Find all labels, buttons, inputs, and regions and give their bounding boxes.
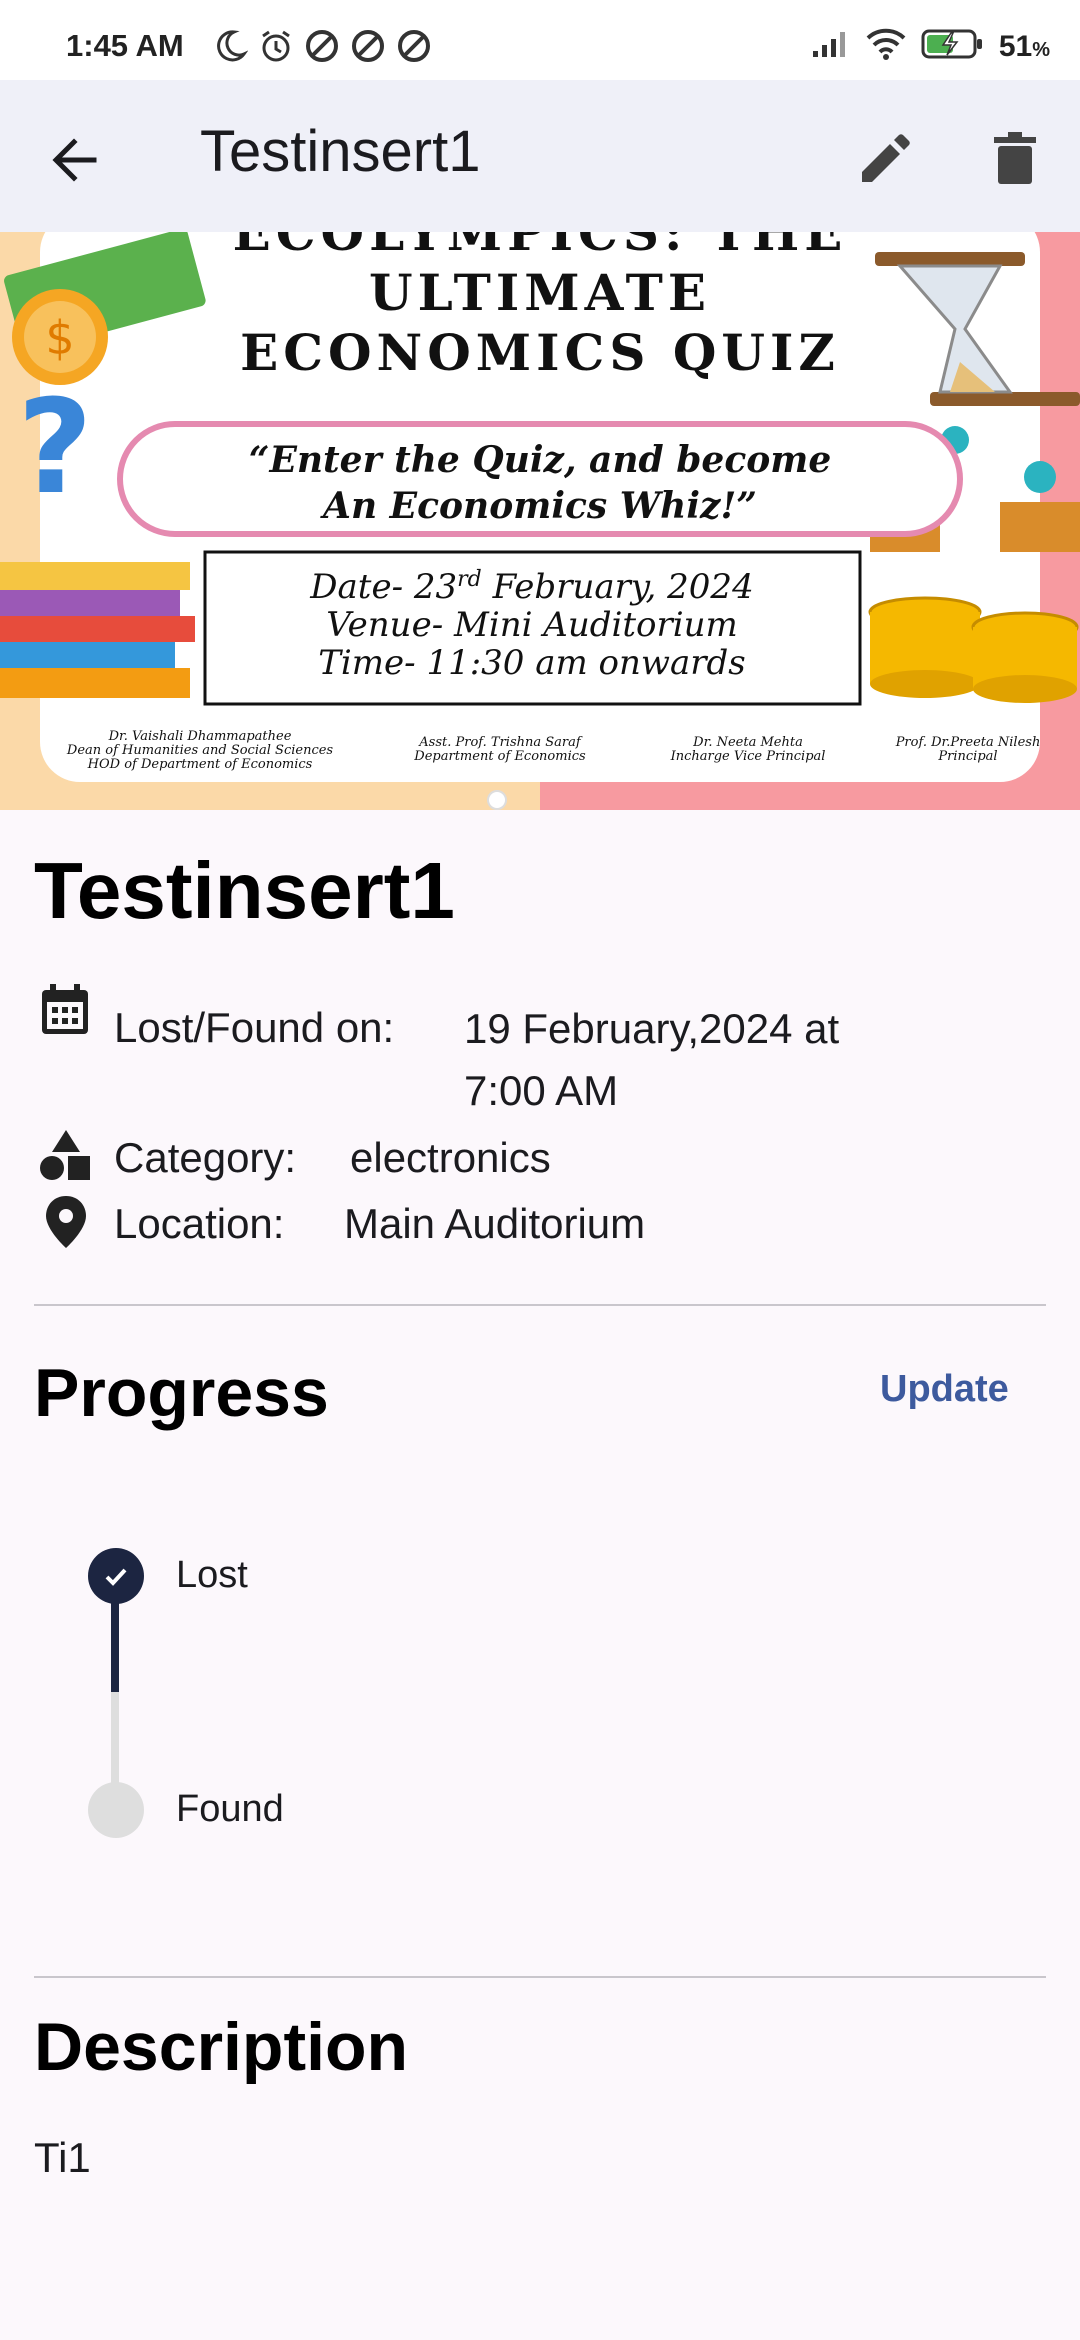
credit-3-role1: Incharge Vice Principal [670, 749, 826, 764]
credit-1-role1: Dean of Humanities and Social Sciences [66, 743, 334, 758]
check-icon [105, 1568, 127, 1586]
credit-1-role2: HOD of Department of Economics [87, 757, 313, 772]
item-title: Testinsert1 [34, 846, 455, 935]
category-label: Category: [114, 1134, 297, 1181]
credit-2-role1: Department of Economics [413, 749, 586, 764]
step-lost-done-dot [88, 1548, 144, 1604]
poster-time: Time- 11:30 am onwards [318, 643, 746, 683]
category-shapes-icon [40, 1130, 90, 1180]
battery-percent: 51% [998, 29, 1050, 63]
battery-charging-icon [921, 28, 985, 65]
pencil-icon [862, 134, 910, 182]
blocked-icon [396, 28, 432, 64]
category-value: electronics [350, 1134, 551, 1181]
moon-icon [212, 28, 249, 64]
delete-button[interactable] [980, 124, 1050, 194]
credit-3-name: Dr. Neeta Mehta [692, 735, 803, 750]
blocked-icon [350, 28, 386, 64]
poster-headline-top: ECOLYMPICS: THE [233, 232, 848, 262]
poster-venue: Venue- Mini Auditorium [326, 605, 738, 645]
coins-illustration [868, 596, 1079, 703]
progress-title: Progress [34, 1355, 329, 1431]
poster-tagline-1: “Enter the Quiz, and become [249, 439, 832, 481]
credit-2-name: Asst. Prof. Trishna Saraf [418, 735, 583, 750]
lost-found-time: 7:00 AM [464, 1067, 619, 1114]
back-button[interactable] [44, 128, 108, 192]
alarm-icon [258, 28, 294, 64]
progress-line-active [111, 1602, 119, 1692]
status-notification-icons [212, 28, 432, 64]
description-text: Ti1 [34, 2134, 91, 2181]
lost-found-value: 19 February,2024 at 7:00 AM [464, 998, 839, 1122]
poster-tagline-2: An Economics Whiz!” [320, 485, 757, 527]
poster-headline-3: ECONOMICS QUIZ [240, 323, 840, 382]
item-image[interactable]: $ ? ECOLYMPICS: THE ULTIMATE ECONOMICS Q… [0, 232, 1080, 810]
arrow-back-icon [52, 138, 97, 182]
status-time: 1:45 AM [66, 28, 184, 63]
lost-found-label: Lost/Found on: [114, 1004, 395, 1051]
blocked-icon [304, 28, 340, 64]
step-found-label: Found [176, 1788, 284, 1830]
description-title: Description [34, 2009, 409, 2085]
svg-text:?: ? [17, 371, 92, 523]
app-bar-title: Testinsert1 [200, 119, 481, 184]
progress-line-inactive [111, 1692, 119, 1792]
poster-date: Date- 23rd February, 2024 [309, 567, 753, 607]
trash-icon [994, 132, 1036, 184]
question-mark-illustration: ? [17, 371, 92, 523]
poster-headline-2: ULTIMATE [369, 263, 711, 322]
wifi-icon [865, 28, 907, 65]
location-pin-icon [46, 1196, 86, 1248]
calendar-icon [42, 984, 88, 1034]
update-button[interactable]: Update [880, 1368, 1009, 1411]
credit-4-role1: Principal [937, 749, 997, 764]
status-system-icons: 51% [811, 28, 1050, 65]
edit-button[interactable] [848, 124, 918, 194]
location-label: Location: [114, 1200, 285, 1247]
credit-4-name: Prof. Dr.Preeta Nilesh [895, 735, 1041, 750]
app-bar: Testinsert1 [0, 80, 1080, 232]
signal-icon [811, 29, 851, 64]
carousel-indicator [487, 790, 507, 810]
step-found-pending-dot [88, 1782, 144, 1838]
location-value: Main Auditorium [344, 1200, 646, 1247]
books-illustration [0, 562, 195, 698]
svg-text:$: $ [45, 311, 74, 365]
lost-found-date: 19 February,2024 at [464, 1005, 840, 1052]
credit-1-name: Dr. Vaishali Dhammapathee [108, 729, 292, 744]
divider [34, 1304, 1046, 1306]
status-bar: 1:45 AM 51% [0, 0, 1080, 80]
divider [34, 1976, 1046, 1978]
step-lost-label: Lost [176, 1554, 248, 1596]
